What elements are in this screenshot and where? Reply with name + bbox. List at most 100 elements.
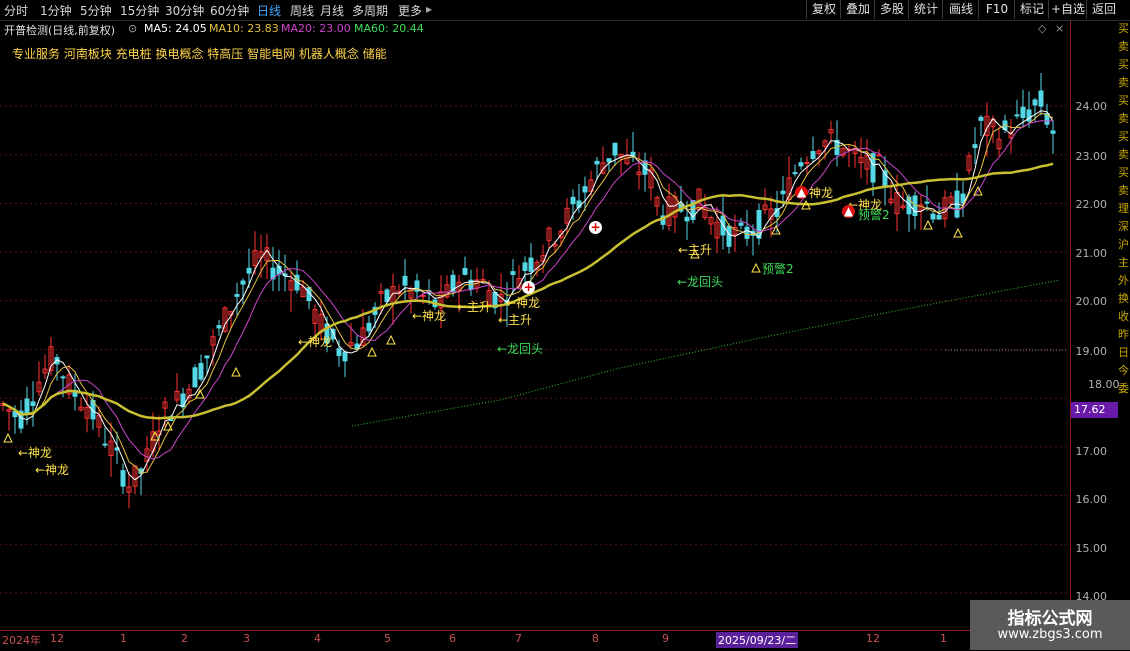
candle-body <box>930 213 936 220</box>
strip-char: 理 <box>1118 202 1129 215</box>
period-tab-1min[interactable]: 1分钟 <box>40 2 72 19</box>
candle-body <box>684 216 690 222</box>
period-tab-monthly[interactable]: 月线 <box>320 2 344 19</box>
candle-body <box>234 294 240 297</box>
price-label: 15.00 <box>1075 542 1108 555</box>
ma10-value: MA10: 23.83 <box>209 22 279 35</box>
plus-marker-icon: + <box>522 280 535 294</box>
more-chevron-icon[interactable]: ▸ <box>426 2 432 16</box>
signal-label: 预警2 <box>858 208 890 222</box>
candle-body <box>462 267 468 275</box>
time-label: 3 <box>243 632 250 645</box>
candle-body <box>1032 99 1038 106</box>
candle-body <box>924 201 930 204</box>
candle-body <box>204 355 210 359</box>
ma5-value: MA5: 24.05 <box>144 22 207 35</box>
time-label: 1 <box>120 632 127 645</box>
plus-marker-icon: + <box>589 220 602 234</box>
signal-label: ←神龙 <box>506 296 541 310</box>
price-label: 20.00 <box>1075 295 1108 308</box>
period-tab-multi[interactable]: 多周期 <box>352 2 388 19</box>
candle-body <box>570 196 576 205</box>
candle-body <box>738 222 744 226</box>
triangle-signal-icon <box>386 334 396 345</box>
add-watchlist-button[interactable]: +自选 <box>1048 0 1087 19</box>
strip-char: 外 <box>1118 274 1129 287</box>
adjust-button[interactable]: 复权 <box>806 0 841 19</box>
watermark-url: www.zbgs3.com <box>997 627 1103 642</box>
signal-label: ←主升 <box>498 313 533 327</box>
settings-dropdown-icon[interactable]: ⊙ <box>128 22 137 35</box>
multi-stock-button[interactable]: 多股 <box>874 0 909 19</box>
period-tab-timeshare[interactable]: 分时 <box>4 2 28 19</box>
price-label: 19.00 <box>1075 345 1108 358</box>
strip-char: 卖 <box>1118 40 1129 53</box>
triangle-signal-icon <box>3 432 13 443</box>
draw-line-button[interactable]: 画线 <box>942 0 979 19</box>
stock-title[interactable]: 开普检测(日线,前复权) <box>4 22 115 38</box>
back-button[interactable]: 返回 <box>1086 0 1121 19</box>
price-label: 17.00 <box>1075 445 1108 458</box>
price-label: 16.00 <box>1075 493 1108 506</box>
price-axis: 24.00 23.00 22.00 21.00 20.00 19.00 17.0… <box>1070 20 1119 630</box>
period-tab-more[interactable]: 更多 <box>398 2 422 19</box>
warning-marker-icon: ▲ <box>795 185 808 199</box>
ma20-value: MA20: 23.00 <box>281 22 351 35</box>
time-label: 7 <box>515 632 522 645</box>
close-icon[interactable]: × <box>1055 22 1064 35</box>
current-price-tag: 17.62 <box>1071 402 1118 418</box>
signal-label: ←龙回头 <box>677 275 724 289</box>
mark-button[interactable]: 标记 <box>1014 0 1049 19</box>
period-tab-15min[interactable]: 15分钟 <box>120 2 159 19</box>
candle-body <box>24 398 30 415</box>
price-label: 24.00 <box>1075 100 1108 113</box>
candle-body <box>60 376 66 379</box>
candle-body <box>792 172 798 175</box>
candle-body <box>342 351 348 362</box>
cursor-date-label: 2025/09/23/二 <box>716 632 799 648</box>
candle-body <box>582 186 588 193</box>
period-tab-60min[interactable]: 60分钟 <box>210 2 249 19</box>
candle-body <box>420 294 426 297</box>
signal-label: ←主升 <box>457 300 492 314</box>
candle-body <box>198 362 204 380</box>
strip-char: 主 <box>1118 256 1129 269</box>
strip-char: 收 <box>1118 310 1129 323</box>
right-info-strip: 买卖买卖买卖买卖买卖理深沪主外换收昨日今委 <box>1118 20 1130 630</box>
time-label: 2024年 <box>2 634 41 647</box>
kline-chart[interactable] <box>0 38 1070 630</box>
candle-body <box>612 142 618 156</box>
period-tab-weekly[interactable]: 周线 <box>290 2 314 19</box>
period-tab-5min[interactable]: 5分钟 <box>80 2 112 19</box>
candle-body <box>798 162 804 167</box>
candle-body <box>336 348 342 357</box>
candle-body <box>528 257 534 272</box>
strip-char: 卖 <box>1118 76 1129 89</box>
candle-body <box>1014 114 1020 117</box>
candle-body <box>810 151 816 159</box>
time-label: 12 <box>50 632 64 645</box>
overlay-button[interactable]: 叠加 <box>840 0 875 19</box>
candle-body <box>240 280 246 285</box>
strip-char: 今 <box>1118 364 1129 377</box>
time-label: 5 <box>384 632 391 645</box>
f10-button[interactable]: F10 <box>978 0 1015 19</box>
strip-char: 卖 <box>1118 112 1129 125</box>
period-tab-daily[interactable]: 日线 <box>257 2 281 19</box>
stats-button[interactable]: 统计 <box>908 0 943 19</box>
time-label: 6 <box>449 632 456 645</box>
candle-body <box>606 158 612 163</box>
strip-char: 买 <box>1118 22 1129 35</box>
strip-char: 买 <box>1118 58 1129 71</box>
strip-char: 昨 <box>1118 328 1129 341</box>
candle-body <box>882 170 888 187</box>
period-tab-30min[interactable]: 30分钟 <box>165 2 204 19</box>
strip-char: 沪 <box>1118 238 1129 251</box>
time-label: 4 <box>314 632 321 645</box>
diamond-icon[interactable]: ◇ <box>1038 22 1046 35</box>
signal-label: ←神龙 <box>35 463 70 477</box>
candle-body <box>780 190 786 195</box>
signal-label: 预警2 <box>762 262 794 276</box>
signal-label: ←神龙 <box>412 309 447 323</box>
candle-body <box>594 160 600 165</box>
